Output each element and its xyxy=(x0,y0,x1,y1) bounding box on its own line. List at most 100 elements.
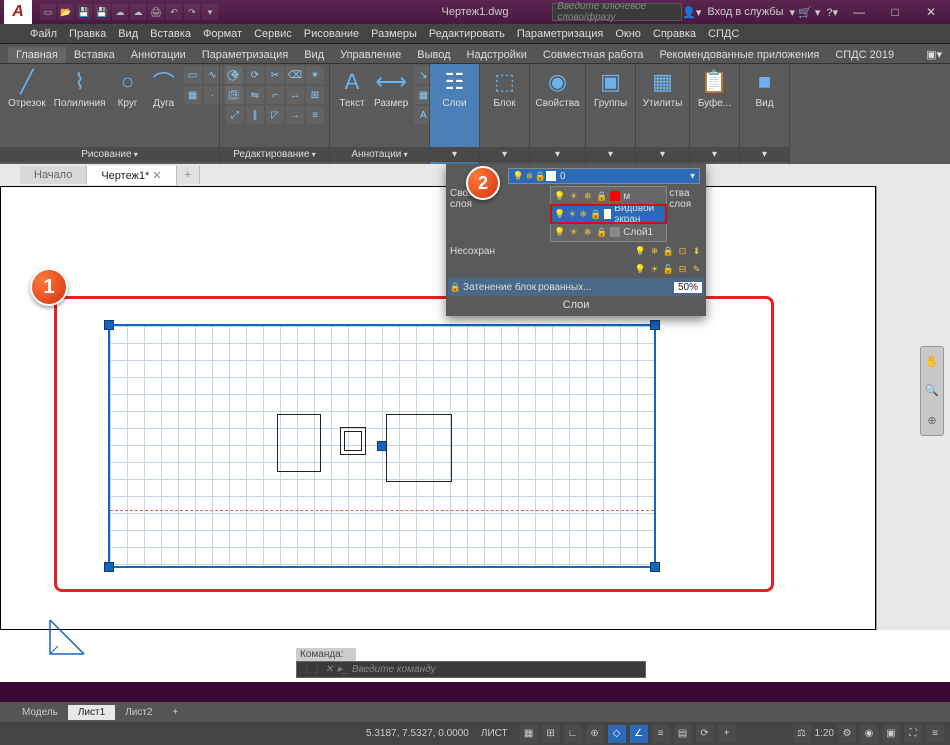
panel-layers[interactable]: ☷Слои ▾ xyxy=(430,64,480,164)
drawing-rect-2b[interactable] xyxy=(344,431,362,451)
spline-icon[interactable]: ∿ xyxy=(204,66,222,84)
drawing-rect-1[interactable] xyxy=(277,414,321,472)
menu-edit[interactable]: Правка xyxy=(69,28,106,40)
hatch-icon[interactable]: ▦ xyxy=(184,86,202,104)
maximize-button[interactable]: □ xyxy=(880,5,910,19)
menu-draw[interactable]: Рисование xyxy=(304,28,359,40)
layer-color-swatch[interactable] xyxy=(610,227,620,237)
workspace-switch-icon[interactable]: ⚙ xyxy=(838,725,856,743)
layer-on-icon[interactable]: 💡 xyxy=(635,264,646,275)
annomonitor-toggle[interactable]: + xyxy=(718,725,736,743)
sun-icon[interactable]: ☀ xyxy=(568,209,576,220)
shade-pct[interactable]: 50% xyxy=(674,282,702,293)
layer-color-swatch[interactable] xyxy=(610,191,620,201)
tab-parametric[interactable]: Параметризация xyxy=(194,47,296,63)
explode-icon[interactable]: ✶ xyxy=(306,66,324,84)
zoom-icon[interactable]: 🔍 xyxy=(925,384,939,397)
layer-match-icon[interactable]: ✎ xyxy=(691,264,702,275)
ortho-toggle[interactable]: ∟ xyxy=(564,725,582,743)
sun-icon[interactable]: ☀ xyxy=(568,227,579,238)
menu-spds[interactable]: СПДС xyxy=(708,28,739,40)
layer-unlock-icon[interactable]: 🔓 xyxy=(663,264,674,275)
help-search-input[interactable]: Введите ключевое слово/фразу xyxy=(552,3,682,21)
hardware-accel-icon[interactable]: ▣ xyxy=(882,725,900,743)
freeze-icon[interactable]: ❄ xyxy=(579,209,587,220)
tab-annotate[interactable]: Аннотации xyxy=(123,47,194,63)
rect-icon[interactable]: ▭ xyxy=(184,66,202,84)
layout-add[interactable]: + xyxy=(163,705,189,720)
panel-modify-title[interactable]: Редактирование xyxy=(220,147,329,162)
pan-icon[interactable]: ✋ xyxy=(925,355,939,368)
close-icon[interactable]: ✕ xyxy=(325,664,333,675)
tab-collab[interactable]: Совместная работа xyxy=(535,47,652,63)
trim-icon[interactable]: ✂ xyxy=(266,66,284,84)
move-icon[interactable]: ✥ xyxy=(226,66,244,84)
point-icon[interactable]: · xyxy=(204,86,222,104)
menu-parametric[interactable]: Параметризация xyxy=(517,28,603,40)
layout-sheet1[interactable]: Лист1 xyxy=(68,705,115,720)
tab-view[interactable]: Вид xyxy=(296,47,332,63)
panel-draw-title[interactable]: Рисование xyxy=(0,147,219,162)
menu-window[interactable]: Окно xyxy=(615,28,641,40)
view-button[interactable]: ■Вид xyxy=(749,66,781,111)
layer-thaw-icon[interactable]: ☀ xyxy=(649,264,660,275)
polyline-button[interactable]: ⌇Полилиния xyxy=(52,66,108,111)
tab-home[interactable]: Главная xyxy=(8,47,66,63)
menu-help[interactable]: Справка xyxy=(653,28,696,40)
layer-merge-icon[interactable]: ⬇ xyxy=(691,246,702,257)
minimize-button[interactable]: — xyxy=(844,5,874,19)
properties-button[interactable]: ◉Свойства xyxy=(534,66,582,111)
groups-button[interactable]: ▣Группы xyxy=(592,66,629,111)
layer-freeze-icon[interactable]: ❄ xyxy=(649,246,660,257)
tab-spds[interactable]: СПДС 2019 xyxy=(827,47,902,63)
array-icon[interactable]: ⊞ xyxy=(306,86,324,104)
panel-view-expand[interactable]: ▾ xyxy=(740,147,789,162)
open-icon[interactable]: 📂 xyxy=(58,4,74,20)
isolate-icon[interactable]: ◉ xyxy=(860,725,878,743)
snap-toggle[interactable]: ⊞ xyxy=(542,725,560,743)
ucs-icon[interactable] xyxy=(46,616,88,658)
lineweight-toggle[interactable]: ≡ xyxy=(652,725,670,743)
tab-addins[interactable]: Надстройки xyxy=(459,47,535,63)
layer-uniso-icon[interactable]: ⊟ xyxy=(677,264,688,275)
close-button[interactable]: ✕ xyxy=(916,5,946,19)
user-icon[interactable]: 👤▾ xyxy=(682,6,701,19)
utilities-button[interactable]: ▦Утилиты xyxy=(641,66,685,111)
lock-icon[interactable]: 🔒 xyxy=(590,209,601,220)
mirror-icon[interactable]: ⇋ xyxy=(246,86,264,104)
tab-featured[interactable]: Рекомендованные приложения xyxy=(652,47,828,63)
space-label[interactable]: ЛИСТ xyxy=(481,728,508,739)
panel-block-expand[interactable]: ▾ xyxy=(480,147,529,162)
layout-model[interactable]: Модель xyxy=(12,705,68,720)
grid-toggle[interactable]: ▦ xyxy=(520,725,538,743)
grip-bl[interactable] xyxy=(104,562,114,572)
panel-annot-title[interactable]: Аннотации xyxy=(330,147,429,162)
ribbon-minimize-icon[interactable]: ▣▾ xyxy=(918,46,950,63)
grip-tr[interactable] xyxy=(650,320,660,330)
transparency-toggle[interactable]: ▤ xyxy=(674,725,692,743)
layer-off-icon[interactable]: 💡 xyxy=(635,246,646,257)
customize-icon[interactable]: ≡ xyxy=(926,725,944,743)
layer-item-1[interactable]: 💡☀❄🔒 Слой1 xyxy=(551,223,666,241)
tab-manage[interactable]: Управление xyxy=(332,47,409,63)
layer-iso-icon[interactable]: ⊡ xyxy=(677,246,688,257)
sun-icon[interactable]: ☀ xyxy=(568,191,579,202)
cleanscreen-icon[interactable]: ⛶ xyxy=(904,725,922,743)
layout-sheet2[interactable]: Лист2 xyxy=(115,705,162,720)
layer-color-swatch[interactable] xyxy=(604,209,611,219)
panel-layers-expand[interactable]: ▾ xyxy=(430,147,479,162)
circle-button[interactable]: ○Круг xyxy=(112,66,144,111)
login-label[interactable]: Вход в службы xyxy=(707,6,783,18)
coordinates[interactable]: 5.3187, 7.5327, 0.0000 xyxy=(366,728,469,739)
osnap-toggle[interactable]: ◇ xyxy=(608,725,626,743)
grip-br[interactable] xyxy=(650,562,660,572)
menu-format[interactable]: Формат xyxy=(203,28,242,40)
new-icon[interactable]: ▭ xyxy=(40,4,56,20)
polar-toggle[interactable]: ⊕ xyxy=(586,725,604,743)
annotation-scale[interactable]: 1:20 xyxy=(815,728,834,739)
align-icon[interactable]: ≡ xyxy=(306,106,324,124)
lock-icon[interactable]: 🔒 xyxy=(596,191,607,202)
copy-icon[interactable]: ⎘ xyxy=(226,86,244,104)
clipboard-button[interactable]: 📋Буфе... xyxy=(696,66,733,111)
cycling-toggle[interactable]: ⟳ xyxy=(696,725,714,743)
